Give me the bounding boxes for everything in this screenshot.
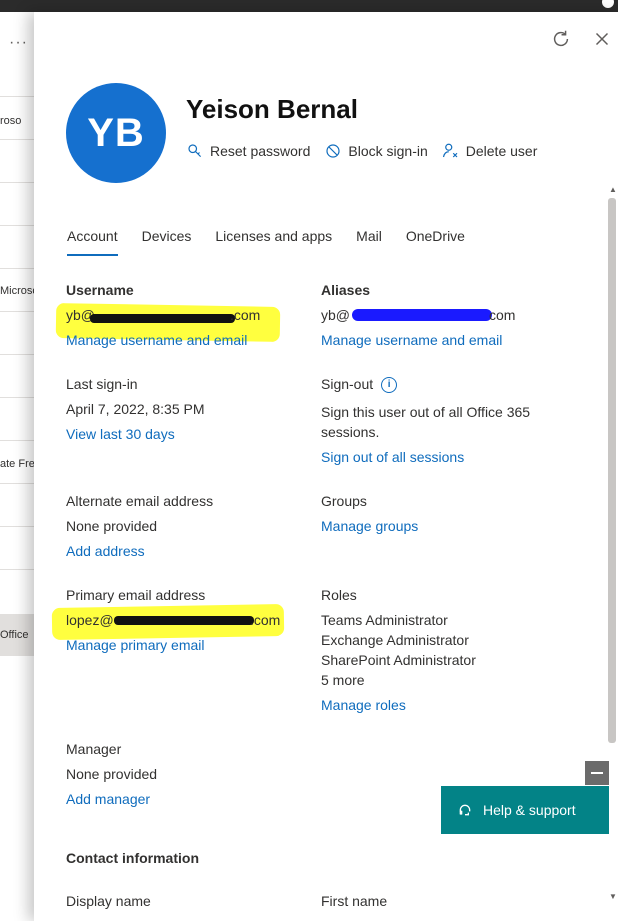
display-name-label: Display name	[66, 893, 151, 909]
info-icon[interactable]: i	[381, 377, 398, 394]
username-value-suffix: .com	[230, 307, 261, 323]
signout-label: Sign-out i	[321, 376, 398, 394]
alternate-email-value: None provided	[66, 518, 158, 534]
background-row-text: Office	[0, 629, 29, 641]
top-right-corner-icon	[602, 0, 614, 8]
manager-label: Manager	[66, 741, 122, 757]
scroll-up-arrow-icon[interactable]: ▲	[609, 185, 617, 194]
username-label: Username	[66, 282, 134, 298]
background-row-text: icroso	[0, 115, 22, 127]
primary-email-label: Primary email address	[66, 587, 206, 603]
block-signin-label: Block sign-in	[348, 143, 428, 159]
scroll-down-arrow-icon[interactable]: ▼	[609, 892, 617, 901]
tab-mail[interactable]: Mail	[356, 228, 382, 256]
scrollbar-thumb[interactable]	[608, 198, 616, 743]
manage-username-link[interactable]: Manage username and email	[66, 332, 247, 348]
primary-email-value-prefix: lopez@	[66, 612, 114, 628]
block-signin-button[interactable]: Block sign-in	[324, 142, 428, 160]
add-address-link[interactable]: Add address	[66, 543, 145, 559]
avatar: YB	[66, 83, 166, 183]
roles-label: Roles	[321, 587, 357, 603]
reset-password-label: Reset password	[210, 143, 311, 159]
manage-aliases-link[interactable]: Manage username and email	[321, 332, 502, 348]
last-signin-label: Last sign-in	[66, 376, 138, 392]
key-icon	[188, 144, 202, 158]
minimize-help-button[interactable]	[585, 761, 609, 785]
redaction-mark	[352, 309, 492, 321]
role-item: Exchange Administrator	[321, 632, 469, 648]
manage-primary-email-link[interactable]: Manage primary email	[66, 637, 205, 653]
aliases-value-suffix: com	[489, 307, 516, 323]
close-icon[interactable]	[591, 28, 613, 50]
role-item: SharePoint Administrator	[321, 652, 476, 668]
signout-description-line2: sessions.	[321, 424, 380, 440]
primary-email-value-suffix: .com	[250, 612, 281, 628]
background-row-text: Microso	[0, 285, 39, 297]
manager-value: None provided	[66, 766, 158, 782]
redaction-mark	[114, 616, 254, 625]
sign-out-all-sessions-link[interactable]: Sign out of all sessions	[321, 449, 464, 465]
user-display-name: Yeison Bernal	[186, 94, 358, 124]
signout-description-line1: Sign this user out of all Office 365	[321, 404, 531, 420]
help-support-button[interactable]: Help & support	[441, 786, 609, 834]
alternate-email-label: Alternate email address	[66, 493, 214, 509]
role-item: 5 more	[321, 672, 365, 688]
aliases-label: Aliases	[321, 282, 371, 298]
tab-account[interactable]: Account	[67, 228, 118, 256]
user-actions: Reset password Block sign-in Delete user	[186, 142, 537, 160]
more-options-icon[interactable]: ···	[9, 34, 28, 52]
first-name-label: First name	[321, 893, 388, 909]
delete-user-button[interactable]: Delete user	[442, 142, 538, 160]
redaction-mark	[90, 314, 235, 323]
reset-password-button[interactable]: Reset password	[186, 142, 310, 160]
delete-user-icon	[442, 143, 458, 158]
view-last-30-days-link[interactable]: View last 30 days	[66, 426, 175, 442]
delete-user-label: Delete user	[465, 143, 538, 159]
tab-licenses-and-apps[interactable]: Licenses and apps	[215, 228, 332, 256]
last-signin-value: April 7, 2022, 8:35 PM	[66, 401, 205, 417]
manage-groups-link[interactable]: Manage groups	[321, 518, 418, 534]
role-item: Teams Administrator	[321, 612, 448, 628]
refresh-icon[interactable]	[550, 28, 572, 50]
signout-label-text: Sign-out	[321, 376, 374, 392]
help-support-label: Help & support	[483, 802, 576, 818]
tab-bar: Account Devices Licenses and apps Mail O…	[67, 228, 465, 256]
block-icon	[326, 144, 340, 158]
background-row-text: ate Fre	[0, 458, 35, 470]
tab-onedrive[interactable]: OneDrive	[406, 228, 465, 256]
aliases-value-prefix: yb@	[321, 307, 350, 323]
contact-information-heading: Contact information	[66, 850, 199, 866]
user-details-panel: YB Yeison Bernal Reset password Block si…	[34, 12, 618, 921]
top-bar	[0, 0, 618, 12]
headset-icon	[459, 804, 471, 816]
add-manager-link[interactable]: Add manager	[66, 791, 150, 807]
groups-label: Groups	[321, 493, 367, 509]
manage-roles-link[interactable]: Manage roles	[321, 697, 406, 713]
tab-devices[interactable]: Devices	[142, 228, 192, 256]
